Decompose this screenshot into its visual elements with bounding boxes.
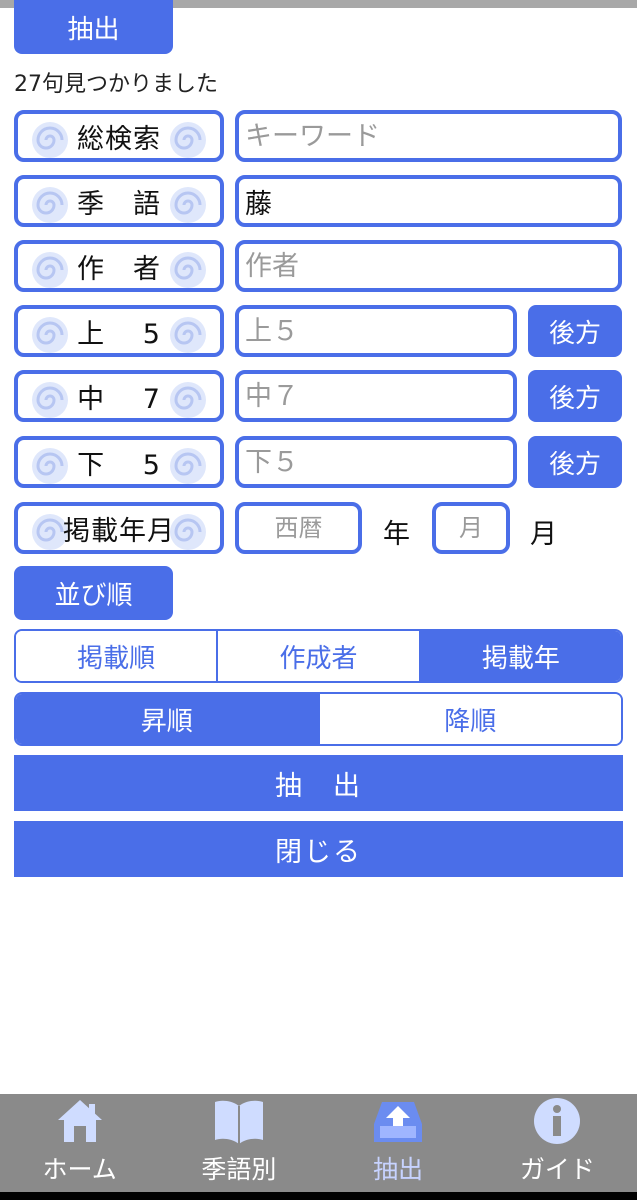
book-icon (214, 1100, 263, 1144)
close-button[interactable]: 閉じる (14, 821, 623, 877)
swirl-icon (32, 187, 68, 223)
info-icon (534, 1098, 581, 1144)
month-unit: 月 (530, 519, 557, 550)
sort-key-segment: 掲載順 作成者 掲載年 (14, 629, 623, 683)
swirl-icon (170, 187, 206, 223)
lower5-backward-button[interactable]: 後方 (528, 436, 622, 488)
middle7-input[interactable] (235, 370, 517, 422)
swirl-icon (32, 317, 68, 353)
sort-order-label: 並び順 (14, 566, 173, 620)
author-input[interactable] (235, 240, 622, 292)
month-input[interactable] (432, 502, 510, 554)
author-text: 作 者 (77, 253, 161, 285)
inbox-upload-icon (374, 1102, 423, 1142)
total-search-text: 総検索 (77, 123, 161, 155)
publish-date-text: 掲載年月 (63, 515, 175, 547)
swirl-icon (170, 122, 206, 158)
upper5-input[interactable] (235, 305, 517, 357)
upper5-text: 上 5 (77, 318, 161, 350)
sort-key-publish-order[interactable]: 掲載順 (16, 631, 217, 681)
tab-guide[interactable]: ガイド (478, 1094, 637, 1192)
swirl-icon (32, 448, 68, 484)
tab-guide-label: ガイド (519, 1155, 595, 1184)
swirl-icon (170, 317, 206, 353)
keyword-input[interactable] (235, 110, 622, 162)
sort-key-author[interactable]: 作成者 (216, 631, 419, 681)
upper5-label: 上 5 (14, 305, 224, 357)
tab-home-label: ホーム (42, 1155, 117, 1184)
tab-extract[interactable]: 抽出 (319, 1094, 478, 1192)
middle7-label: 中 7 (14, 370, 224, 422)
middle7-backward-button[interactable]: 後方 (528, 370, 622, 422)
author-label: 作 者 (14, 240, 224, 292)
tab-bar: ホーム 季語別 抽出 ガイド (0, 1094, 637, 1192)
year-input[interactable] (235, 502, 362, 554)
swirl-icon (170, 448, 206, 484)
tab-extract-label: 抽出 (373, 1155, 424, 1184)
swirl-icon (170, 514, 206, 550)
swirl-icon (170, 382, 206, 418)
upper5-backward-button[interactable]: 後方 (528, 305, 622, 357)
swirl-icon (170, 252, 206, 288)
tab-kigo-label: 季語別 (201, 1155, 277, 1184)
sort-direction-segment: 昇順 降順 (14, 692, 623, 746)
kigo-input[interactable] (235, 175, 622, 227)
swirl-icon (32, 122, 68, 158)
lower5-text: 下 5 (77, 449, 161, 481)
tab-home[interactable]: ホーム (0, 1094, 159, 1192)
result-count: 27句見つかりました (14, 72, 218, 97)
sort-ascending[interactable]: 昇順 (16, 694, 318, 744)
home-icon (57, 1100, 102, 1142)
lower5-input[interactable] (235, 436, 517, 488)
total-search-label: 総検索 (14, 110, 224, 162)
publish-date-label: 掲載年月 (14, 502, 224, 554)
sort-descending[interactable]: 降順 (317, 694, 621, 744)
swirl-icon (32, 252, 68, 288)
extract-button[interactable]: 抽 出 (14, 755, 623, 811)
sort-key-publish-year[interactable]: 掲載年 (418, 631, 621, 681)
kigo-text: 季 語 (77, 188, 161, 220)
bottom-border (0, 1192, 637, 1200)
kigo-label: 季 語 (14, 175, 224, 227)
year-unit: 年 (383, 519, 410, 550)
extract-header-button[interactable]: 抽出 (14, 0, 173, 54)
tab-kigo[interactable]: 季語別 (159, 1094, 318, 1192)
swirl-icon (32, 382, 68, 418)
lower5-label: 下 5 (14, 436, 224, 488)
middle7-text: 中 7 (77, 383, 161, 415)
